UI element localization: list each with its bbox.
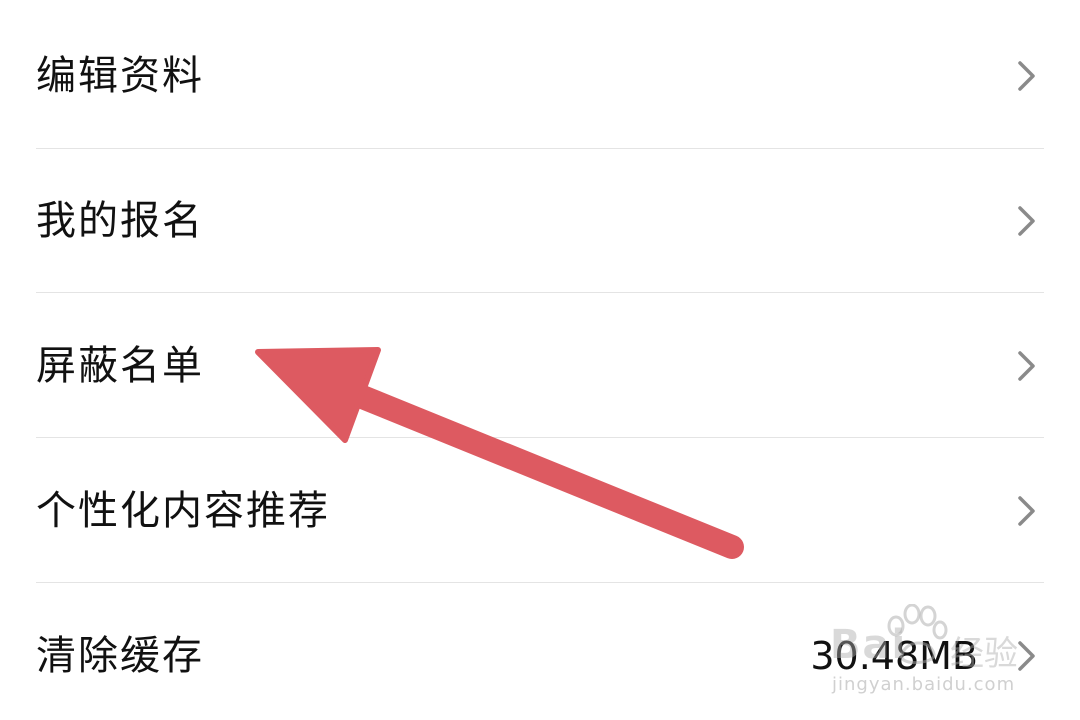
cache-size-value: 30.48MB	[810, 633, 978, 678]
settings-item-clear-cache[interactable]: 清除缓存 30.48MB	[36, 583, 1044, 720]
settings-item-personalized-recommendations[interactable]: 个性化内容推荐	[36, 438, 1044, 583]
settings-item-my-registrations[interactable]: 我的报名	[36, 148, 1044, 293]
settings-item-label: 编辑资料	[36, 52, 204, 99]
settings-item-label: 屏蔽名单	[36, 342, 204, 389]
chevron-right-icon	[1014, 349, 1040, 383]
chevron-right-icon	[1014, 639, 1040, 673]
settings-item-block-list[interactable]: 屏蔽名单	[36, 293, 1044, 438]
chevron-right-icon	[1014, 59, 1040, 93]
settings-item-label: 清除缓存	[36, 632, 204, 679]
settings-list: 编辑资料 我的报名 屏蔽名单 个性化内容推荐 清除缓存 30.48MB	[0, 0, 1080, 720]
chevron-right-icon	[1014, 494, 1040, 528]
settings-item-label: 个性化内容推荐	[36, 487, 330, 534]
settings-item-edit-profile[interactable]: 编辑资料	[36, 3, 1044, 148]
chevron-right-icon	[1014, 204, 1040, 238]
settings-item-label: 我的报名	[36, 197, 204, 244]
